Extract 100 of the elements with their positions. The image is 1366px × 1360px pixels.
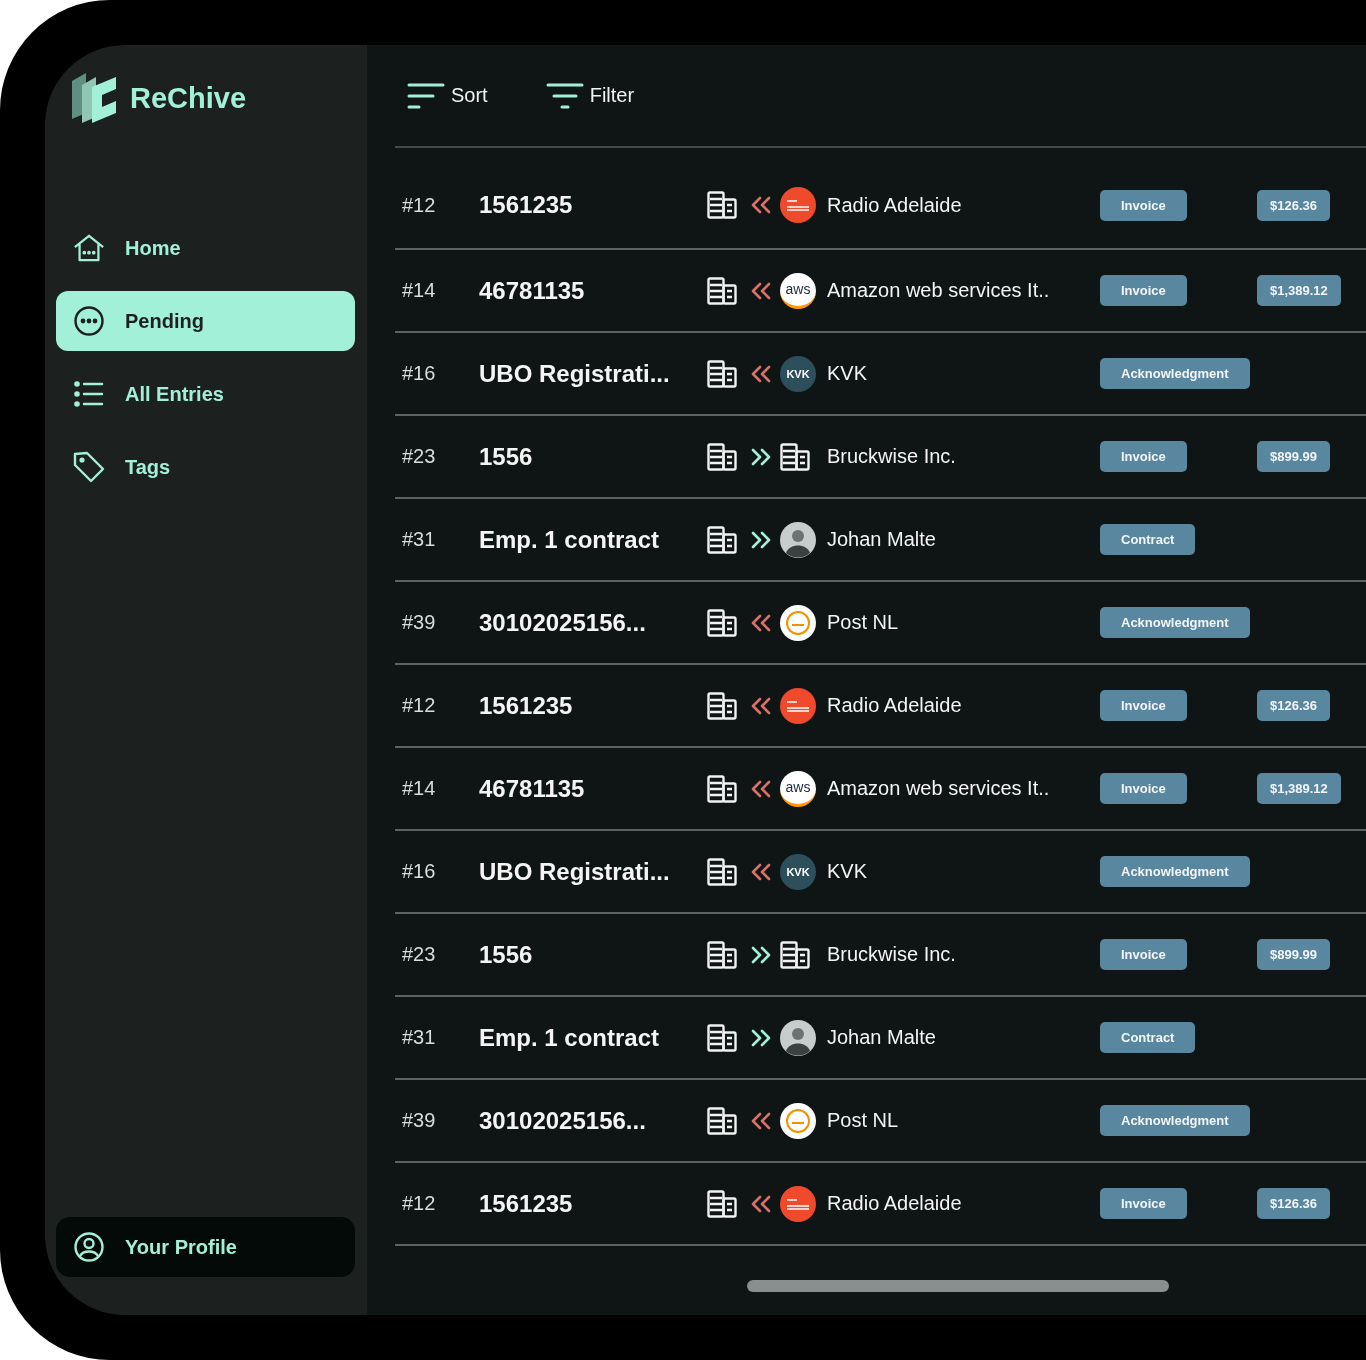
scrollbar[interactable]	[747, 1280, 1169, 1292]
kvk-logo: KVK	[780, 853, 816, 890]
entry-row[interactable]: #31 Emp. 1 contract Johan Malte Contract	[395, 499, 1366, 582]
entry-number: #39	[402, 1109, 437, 1132]
entry-title: Emp. 1 contract	[479, 1023, 661, 1052]
user-icon	[73, 1231, 105, 1263]
logo-icon	[70, 71, 118, 125]
radio-logo-icon	[780, 187, 816, 223]
building-icon	[707, 940, 737, 969]
entry-row[interactable]: #12 1561235 Radio Adelaide Invoice $126.36	[395, 1163, 1366, 1246]
sidebar-item[interactable]: Pending	[56, 291, 355, 351]
building-icon	[707, 608, 737, 637]
contact-name: Amazon web services It..	[827, 777, 1051, 800]
contact-name: Amazon web services It..	[827, 279, 1051, 302]
entry-number: #14	[402, 777, 437, 800]
amount-tag: $126.36	[1257, 1188, 1330, 1219]
entry-title: 1561235	[479, 691, 574, 720]
contact-name: Bruckwise Inc.	[827, 445, 957, 468]
entry-row[interactable]: #23 1556 Bruckwise Inc. Invoice $899.99	[395, 914, 1366, 997]
entry-number: #12	[402, 193, 437, 217]
building-icon	[707, 442, 737, 471]
entry-row[interactable]: #16 UBO Registrati... KVK KVK Acknowledgment	[395, 831, 1366, 914]
building-icon	[707, 276, 737, 305]
building-icon	[707, 1106, 737, 1135]
entry-row[interactable]: #12 1561235 Radio Adelaide Invoice $126.36	[395, 148, 1366, 250]
profile-button[interactable]: Your Profile	[56, 1217, 355, 1277]
document-type-tag: Acknowledgment	[1100, 1105, 1250, 1136]
entry-row[interactable]: #14 46781135 aws Amazon web services It.. Invoice $1,389.12	[395, 250, 1366, 333]
double-chevron-right-icon	[750, 447, 772, 466]
contact-name: Post NL	[827, 1109, 900, 1132]
aws-logo: aws	[780, 272, 816, 309]
radio-logo-icon	[780, 1185, 816, 1222]
building-icon	[780, 442, 810, 471]
document-type-tag: Invoice	[1100, 773, 1187, 804]
entry-title: Emp. 1 contract	[479, 525, 661, 554]
list-icon	[73, 381, 105, 407]
contact-name: KVK	[827, 860, 869, 883]
document-type-tag: Invoice	[1100, 189, 1187, 221]
document-type-tag: Invoice	[1100, 1188, 1187, 1219]
entry-row[interactable]: #39 30102025156... Post NL Acknowledgment	[395, 582, 1366, 665]
pending-icon	[73, 305, 105, 337]
building-icon	[707, 774, 737, 803]
amount-tag: $1,389.12	[1257, 275, 1341, 306]
sort-icon	[407, 82, 445, 109]
document-type-tag: Acknowledgment	[1100, 607, 1250, 638]
entry-title: 1556	[479, 442, 534, 471]
document-type-tag: Invoice	[1100, 939, 1187, 970]
document-type-tag: Contract	[1100, 1022, 1196, 1053]
avatar-silhouette	[780, 1019, 816, 1056]
entry-number: #16	[402, 860, 437, 883]
entry-title: 1561235	[479, 1189, 574, 1218]
entry-number: #12	[402, 694, 437, 717]
building-icon	[707, 525, 737, 554]
double-chevron-left-icon	[750, 364, 772, 383]
avatar-silhouette	[780, 521, 816, 558]
sidebar-item[interactable]: Home	[56, 218, 355, 278]
building-icon	[707, 359, 737, 388]
kvk-logo: KVK	[780, 355, 816, 392]
building-icon	[707, 1189, 737, 1218]
amount-tag: $126.36	[1257, 189, 1330, 221]
document-type-tag: Invoice	[1100, 275, 1187, 306]
double-chevron-left-icon	[750, 696, 772, 715]
amount-tag: $126.36	[1257, 690, 1330, 721]
entry-title: UBO Registrati...	[479, 857, 671, 886]
entry-row[interactable]: #39 30102025156... Post NL Acknowledgment	[395, 1080, 1366, 1163]
home-icon	[73, 233, 105, 263]
entry-row[interactable]: #31 Emp. 1 contract Johan Malte Contract	[395, 997, 1366, 1080]
postal-logo-icon	[780, 1102, 816, 1139]
entry-title: UBO Registrati...	[479, 359, 671, 388]
double-chevron-right-icon	[750, 945, 772, 964]
contact-name: Post NL	[827, 611, 900, 634]
filter-button[interactable]: Filter	[545, 82, 635, 109]
double-chevron-left-icon	[750, 613, 772, 632]
radio-logo-icon	[780, 687, 816, 724]
filter-icon	[545, 82, 584, 109]
contact-name: Bruckwise Inc.	[827, 943, 957, 966]
entry-number: #12	[402, 1192, 437, 1215]
entry-row[interactable]: #23 1556 Bruckwise Inc. Invoice $899.99	[395, 416, 1366, 499]
entry-number: #39	[402, 611, 437, 634]
entry-number: #31	[402, 528, 437, 551]
contact-name: Johan Malte	[827, 528, 937, 551]
double-chevron-left-icon	[750, 281, 772, 300]
contact-name: Radio Adelaide	[827, 694, 963, 717]
entry-row[interactable]: #12 1561235 Radio Adelaide Invoice $126.36	[395, 665, 1366, 748]
entry-row[interactable]: #16 UBO Registrati... KVK KVK Acknowledgment	[395, 333, 1366, 416]
double-chevron-left-icon	[750, 196, 772, 214]
amount-tag: $899.99	[1257, 441, 1330, 472]
postal-logo-icon	[780, 604, 816, 641]
entry-number: #23	[402, 943, 437, 966]
sort-button[interactable]: Sort	[407, 82, 488, 109]
building-icon	[707, 1023, 737, 1052]
document-type-tag: Invoice	[1100, 441, 1187, 472]
sidebar-item[interactable]: Tags	[56, 437, 355, 497]
tag-icon	[73, 451, 105, 483]
entry-row[interactable]: #14 46781135 aws Amazon web services It.. Invoice $1,389.12	[395, 748, 1366, 831]
entry-number: #16	[402, 362, 437, 385]
double-chevron-right-icon	[750, 530, 772, 549]
entry-number: #23	[402, 445, 437, 468]
sidebar-item[interactable]: All Entries	[56, 364, 355, 424]
entry-title: 1561235	[479, 191, 574, 219]
